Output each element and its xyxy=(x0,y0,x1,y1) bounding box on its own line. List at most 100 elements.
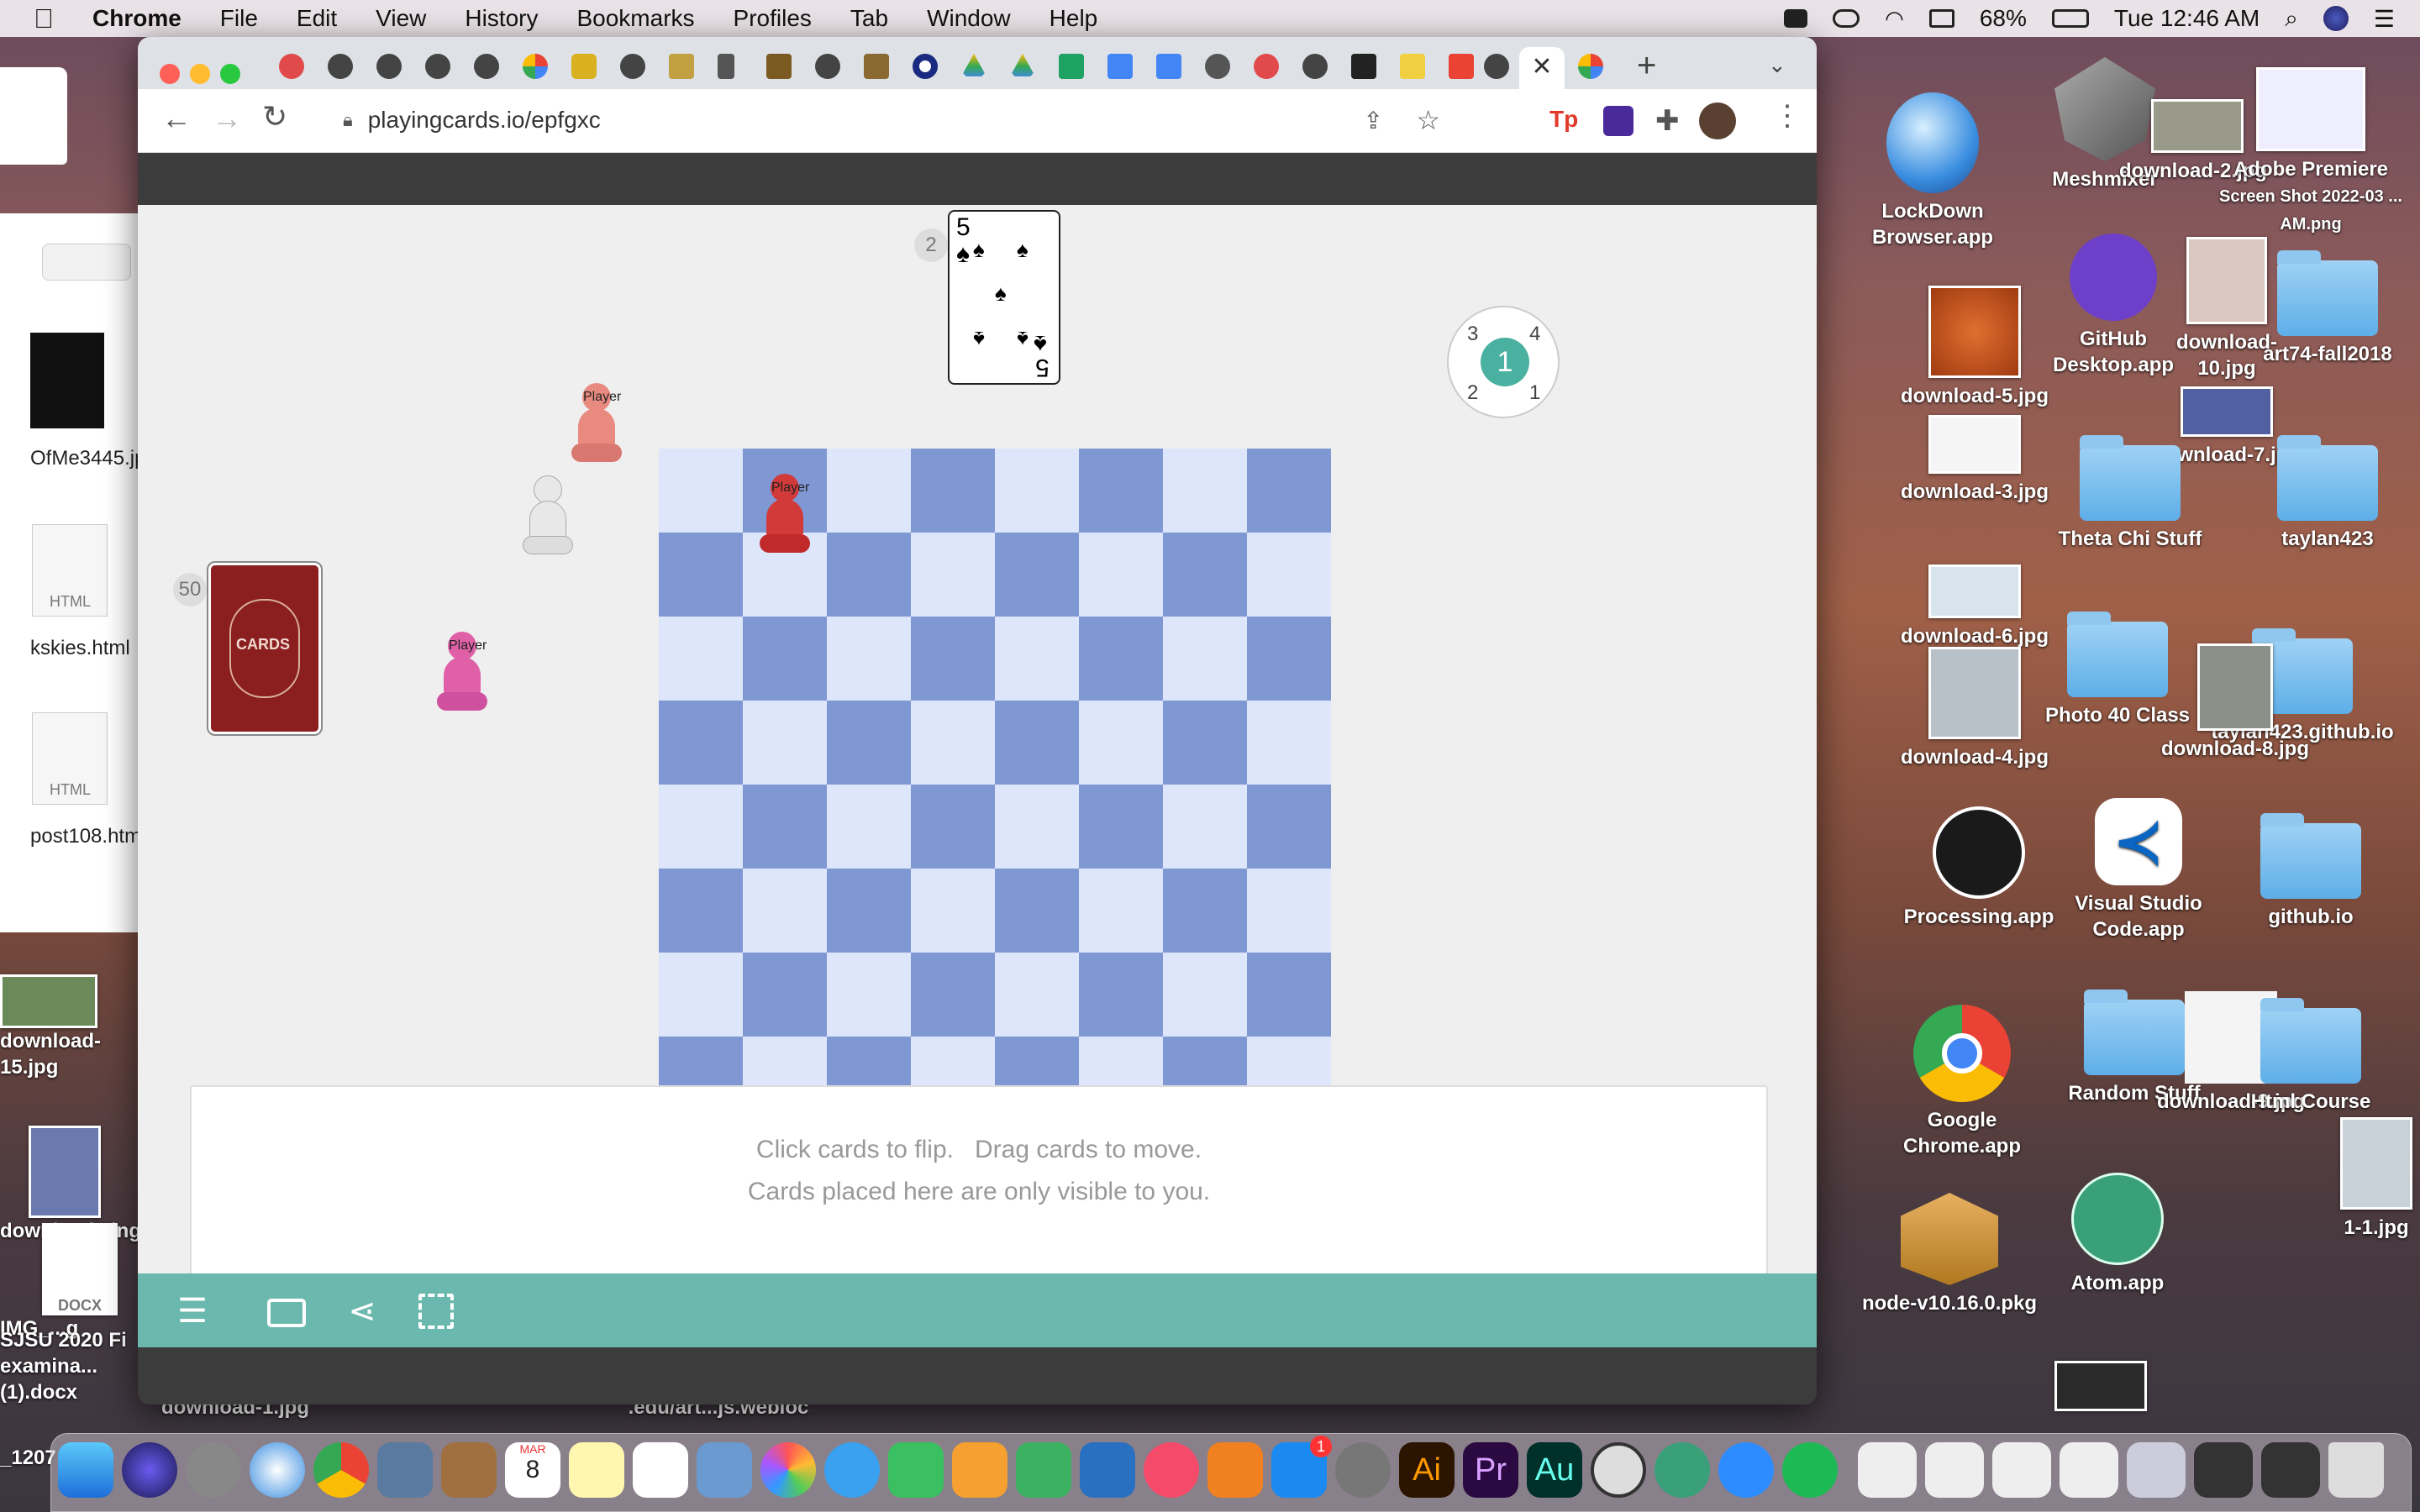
system-preferences-icon[interactable] xyxy=(1335,1442,1391,1498)
recent-doc-icon[interactable] xyxy=(1858,1442,1917,1498)
board-square[interactable] xyxy=(911,617,995,701)
board-square[interactable] xyxy=(1247,953,1331,1037)
board-square[interactable] xyxy=(827,953,911,1037)
camera-status-icon[interactable] xyxy=(1784,9,1808,28)
board-square[interactable] xyxy=(911,449,995,533)
board-square[interactable] xyxy=(911,869,995,953)
tab-favicon-icon[interactable] xyxy=(620,54,645,79)
tab-favicon-icon[interactable] xyxy=(376,54,402,79)
finder-icon[interactable] xyxy=(58,1442,113,1498)
notes-icon[interactable] xyxy=(569,1442,624,1498)
five-of-spades-card[interactable]: 5 ♠ ♠ ♠ ♠ ♠ ♠ ♠ 5 xyxy=(948,210,1060,385)
board-square[interactable] xyxy=(1079,869,1163,953)
recent-doc-icon[interactable] xyxy=(2261,1442,2320,1498)
menu-window[interactable]: Window xyxy=(927,5,1011,32)
profile-avatar[interactable] xyxy=(1699,102,1736,139)
gmail-tab-icon[interactable] xyxy=(1449,54,1474,79)
face-down-deck[interactable]: CARDS xyxy=(207,561,323,736)
tab-favicon-icon[interactable] xyxy=(474,54,499,79)
board-square[interactable] xyxy=(995,533,1079,617)
desktop-icon-sjsu-docx[interactable]: SJSU 2020 Fi examina...(1).docx xyxy=(0,1327,143,1405)
user-account-icon[interactable] xyxy=(2323,6,2349,31)
docs-tab-icon[interactable] xyxy=(1107,54,1133,79)
audition-icon[interactable]: Au xyxy=(1527,1442,1582,1498)
safari-icon[interactable] xyxy=(250,1442,305,1498)
board-square[interactable] xyxy=(659,953,743,1037)
board-square[interactable] xyxy=(827,869,911,953)
tab-favicon-icon[interactable] xyxy=(279,54,304,79)
board-square[interactable] xyxy=(1247,869,1331,953)
clock[interactable]: Tue 12:46 AM xyxy=(2114,5,2260,32)
app-store-icon[interactable]: 1 xyxy=(1271,1436,1332,1498)
siri-icon[interactable] xyxy=(122,1442,177,1498)
html-file-icon[interactable]: HTML xyxy=(32,524,108,617)
desktop-icon-1-1[interactable]: 1-1.jpg xyxy=(2336,1117,2417,1241)
desktop-icon-adobe-premiere[interactable]: Adobe Premiere Screen Shot 2022-03 ... A… xyxy=(2218,67,2403,238)
desktop-file-doc-icon[interactable] xyxy=(0,67,67,165)
close-window-button[interactable] xyxy=(160,64,180,84)
premiere-icon[interactable]: Pr xyxy=(1463,1442,1518,1498)
tab-favicon-icon[interactable] xyxy=(864,54,889,79)
tab-search-chevron-icon[interactable]: ⌄ xyxy=(1768,52,1786,78)
pokeball-app-icon[interactable] xyxy=(1591,1442,1646,1498)
app-menu[interactable]: Chrome xyxy=(92,5,182,32)
desktop-icon-download-8[interactable]: download-8.jpg xyxy=(2151,643,2319,762)
launchpad-icon[interactable] xyxy=(186,1442,241,1498)
desktop-icon-download-5[interactable]: download-5.jpg xyxy=(1891,286,2059,409)
calendar-icon[interactable]: MAR 8 xyxy=(505,1442,560,1498)
tab-favicon-icon[interactable] xyxy=(1302,54,1328,79)
chrome-menu-icon[interactable]: ⋮ xyxy=(1773,99,1802,133)
desktop-icon-atom[interactable]: Atom.app xyxy=(2050,1173,2185,1296)
music-icon[interactable] xyxy=(1144,1442,1199,1498)
board-square[interactable] xyxy=(995,785,1079,869)
google-tab-icon[interactable] xyxy=(1578,54,1603,79)
board-square[interactable] xyxy=(911,785,995,869)
desktop-icon-google-chrome[interactable]: Google Chrome.app xyxy=(1874,1005,2050,1159)
back-button[interactable]: ← xyxy=(161,101,192,136)
tab-favicon-icon[interactable] xyxy=(815,54,840,79)
board-square[interactable] xyxy=(1163,953,1247,1037)
extension-purple-icon[interactable] xyxy=(1603,106,1634,136)
board-square[interactable] xyxy=(1163,533,1247,617)
recent-doc-icon[interactable] xyxy=(1925,1442,1984,1498)
board-square[interactable] xyxy=(1247,449,1331,533)
recent-doc-icon[interactable] xyxy=(1992,1442,2051,1498)
menu-help[interactable]: Help xyxy=(1050,5,1098,32)
tab-favicon-icon[interactable] xyxy=(425,54,450,79)
contacts-icon[interactable] xyxy=(441,1442,497,1498)
board-square[interactable] xyxy=(1247,785,1331,869)
board-square[interactable] xyxy=(995,869,1079,953)
address-bar[interactable]: 🔒︎ playingcards.io/epfgxc ⇪ ☆ xyxy=(323,97,1474,143)
desktop-icon-img[interactable]: DOCX IMG_...g xyxy=(0,1223,138,1341)
board-square[interactable] xyxy=(1163,617,1247,701)
board-square[interactable] xyxy=(1247,617,1331,701)
menu-file[interactable]: File xyxy=(220,5,258,32)
airplay-icon[interactable] xyxy=(1928,9,1954,28)
red-player-pawn[interactable]: Player xyxy=(760,474,810,558)
board-square[interactable] xyxy=(659,449,743,533)
illustrator-icon[interactable]: Ai xyxy=(1399,1442,1455,1498)
desktop-icon-node-pkg[interactable]: node-v10.16.0.pkg xyxy=(1849,1193,2050,1316)
unity-tab-icon[interactable] xyxy=(1351,54,1376,79)
share-nodes-icon[interactable]: ⋖ xyxy=(343,1292,381,1331)
pink-player-pawn[interactable]: Player xyxy=(437,632,487,716)
briefcase-icon[interactable] xyxy=(267,1292,306,1331)
html-file-icon[interactable]: HTML xyxy=(32,712,108,805)
board-square[interactable] xyxy=(995,449,1079,533)
menu-view[interactable]: View xyxy=(376,5,426,32)
drive-tab-icon[interactable] xyxy=(1010,54,1035,76)
board-square[interactable] xyxy=(659,533,743,617)
board-square[interactable] xyxy=(659,785,743,869)
board-square[interactable] xyxy=(827,449,911,533)
board-square[interactable] xyxy=(1247,701,1331,785)
recent-doc-icon[interactable] xyxy=(2060,1442,2118,1498)
board-square[interactable] xyxy=(1079,701,1163,785)
board-square[interactable] xyxy=(1079,785,1163,869)
board-square[interactable] xyxy=(1079,449,1163,533)
spotlight-search-icon[interactable]: ⌕ xyxy=(2285,5,2298,33)
board-square[interactable] xyxy=(911,533,995,617)
facetime-icon[interactable] xyxy=(888,1442,944,1498)
menu-tab[interactable]: Tab xyxy=(850,5,888,32)
google-tab-icon[interactable] xyxy=(523,54,548,79)
board-square[interactable] xyxy=(743,869,827,953)
